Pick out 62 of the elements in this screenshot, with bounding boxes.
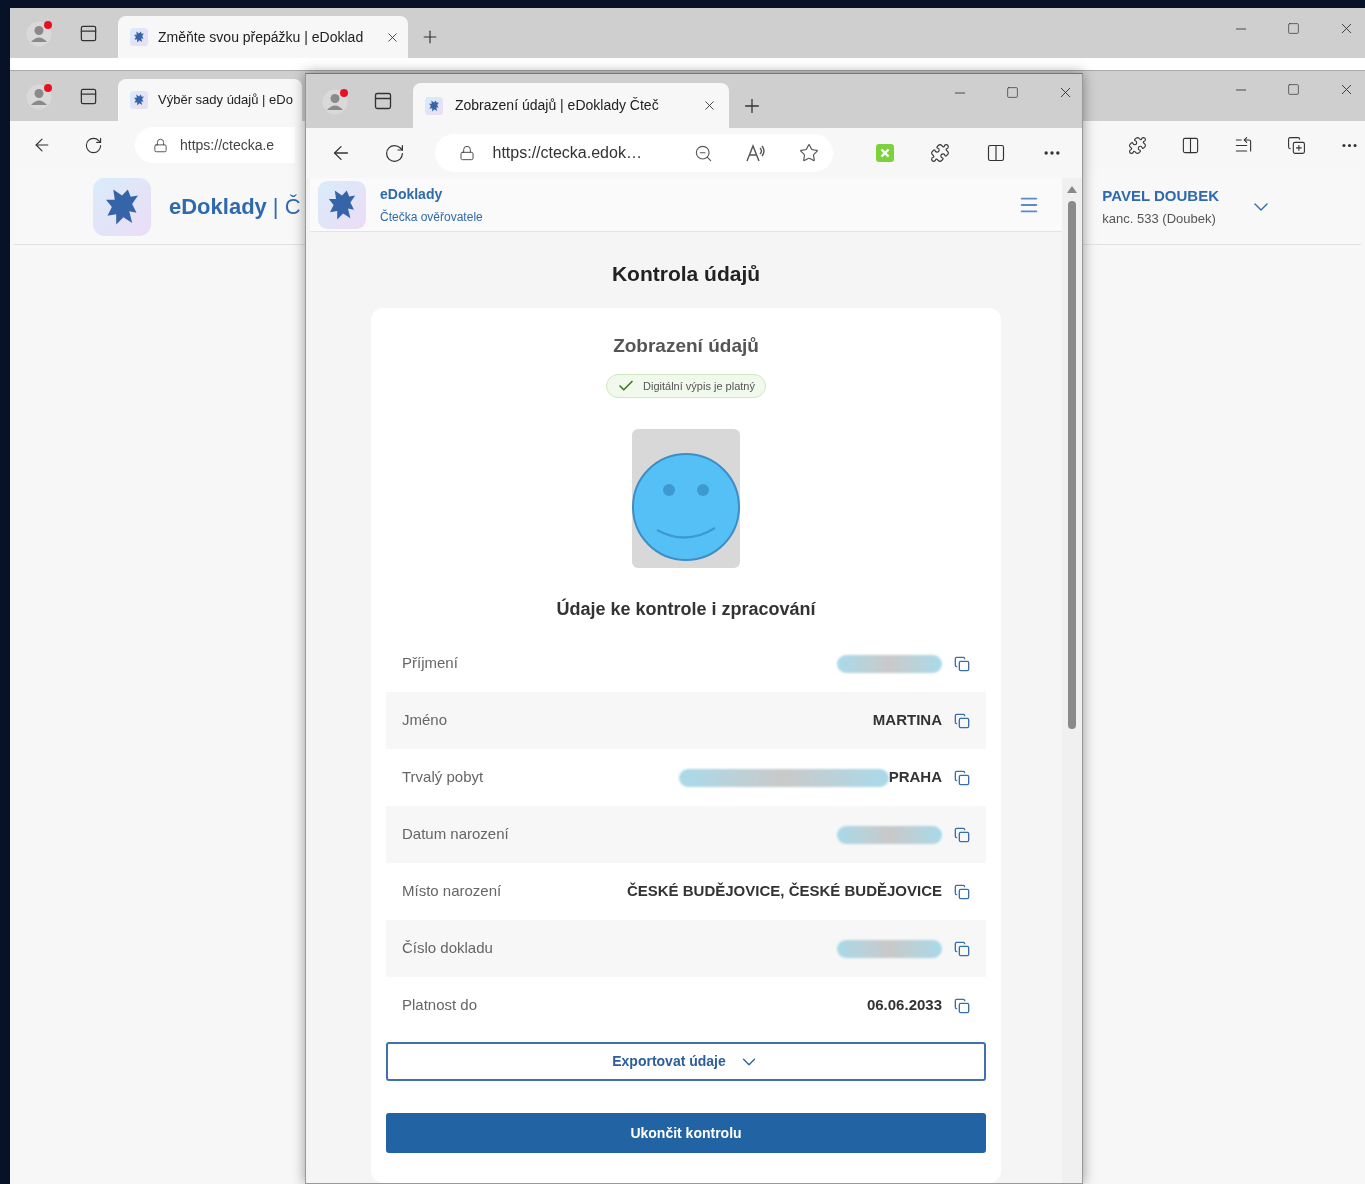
maximize-icon[interactable] (1287, 22, 1300, 35)
browser-tab[interactable]: Zobrazení údajů | eDoklady Čteč (413, 83, 729, 128)
profile-icon[interactable] (322, 87, 349, 115)
field-label: Místo narození (402, 881, 502, 902)
brand-suffix: | Č (272, 193, 301, 221)
status-badge: Digitální výpis je platný (606, 374, 766, 398)
user-name: PAVEL DOUBEK (1102, 185, 1219, 206)
copy-icon[interactable] (954, 712, 970, 729)
page-title: Kontrola údajů (611, 261, 761, 287)
address-bar[interactable]: https://ctecka.e (135, 127, 295, 163)
copy-icon[interactable] (954, 940, 970, 957)
extensions-icon[interactable] (930, 143, 950, 163)
field-label: Platnost do (402, 995, 478, 1016)
tab-title: Změňte svou přepážku | eDoklad (158, 27, 365, 47)
copy-icon[interactable] (954, 769, 970, 786)
reload-icon[interactable] (384, 142, 405, 164)
split-screen-icon[interactable] (986, 143, 1006, 163)
field-label: Datum narození (402, 824, 509, 845)
zoom-out-icon[interactable] (693, 143, 713, 163)
address-bar[interactable]: https://ctecka.edok… (434, 134, 833, 172)
app-subtitle: Čtečka ověřovatele (380, 208, 483, 226)
lock-icon (458, 145, 475, 161)
read-aloud-icon[interactable] (744, 143, 767, 163)
user-office: kanc. 533 (Doubek) (1102, 210, 1217, 228)
lock-icon (153, 137, 168, 153)
extensions-icon[interactable] (1128, 135, 1147, 155)
section-title: Údaje ke kontrole i zpracování (556, 597, 816, 621)
field-label: Jméno (402, 710, 448, 731)
favorites-icon[interactable] (1234, 135, 1253, 155)
field-value: 06.06.2033 (866, 995, 942, 1016)
maximize-icon[interactable] (1006, 86, 1019, 99)
reload-icon[interactable] (84, 135, 103, 155)
card-title: Zobrazení údajů (613, 333, 759, 358)
field-value: ČESKÉ BUDĚJOVICE, ČESKÉ BUDĚJOVICE (626, 881, 942, 902)
tab-title: Výběr sady údajů | eDo (158, 91, 294, 110)
export-button[interactable]: Exportovat údaje (386, 1042, 986, 1081)
profile-icon[interactable] (26, 82, 53, 110)
copy-icon[interactable] (954, 826, 970, 843)
browser-tab[interactable]: Změňte svou přepážku | eDoklad (118, 16, 408, 58)
profile-icon[interactable] (26, 19, 53, 47)
tab-actions-icon[interactable] (79, 23, 98, 43)
field-label: Trvalý pobyt (402, 767, 484, 788)
finish-button[interactable]: Ukončit kontrolu (386, 1113, 986, 1153)
scrollbar[interactable] (1062, 178, 1082, 1183)
field-value: MARTINA (872, 710, 942, 731)
field-value: PRAHA (888, 767, 942, 788)
star-icon[interactable] (798, 143, 819, 163)
copy-icon[interactable] (954, 655, 970, 672)
split-screen-icon[interactable] (1181, 135, 1200, 155)
field-label: Číslo dokladu (402, 938, 493, 959)
field-label: Příjmení (402, 653, 458, 674)
browser-tab[interactable]: Výběr sady údajů | eDo (118, 79, 302, 121)
maximize-icon[interactable] (1287, 83, 1300, 96)
tab-actions-icon[interactable] (79, 86, 98, 106)
tab-title: Zobrazení údajů | eDoklady Čteč (455, 96, 660, 115)
collections-icon[interactable] (1287, 135, 1306, 155)
close-tab-icon[interactable] (702, 98, 717, 113)
brand-name: eDoklady (169, 193, 267, 221)
app-name: eDoklady (380, 184, 444, 204)
copy-icon[interactable] (954, 883, 970, 900)
tab-actions-icon[interactable] (373, 91, 393, 111)
copy-icon[interactable] (954, 997, 970, 1014)
